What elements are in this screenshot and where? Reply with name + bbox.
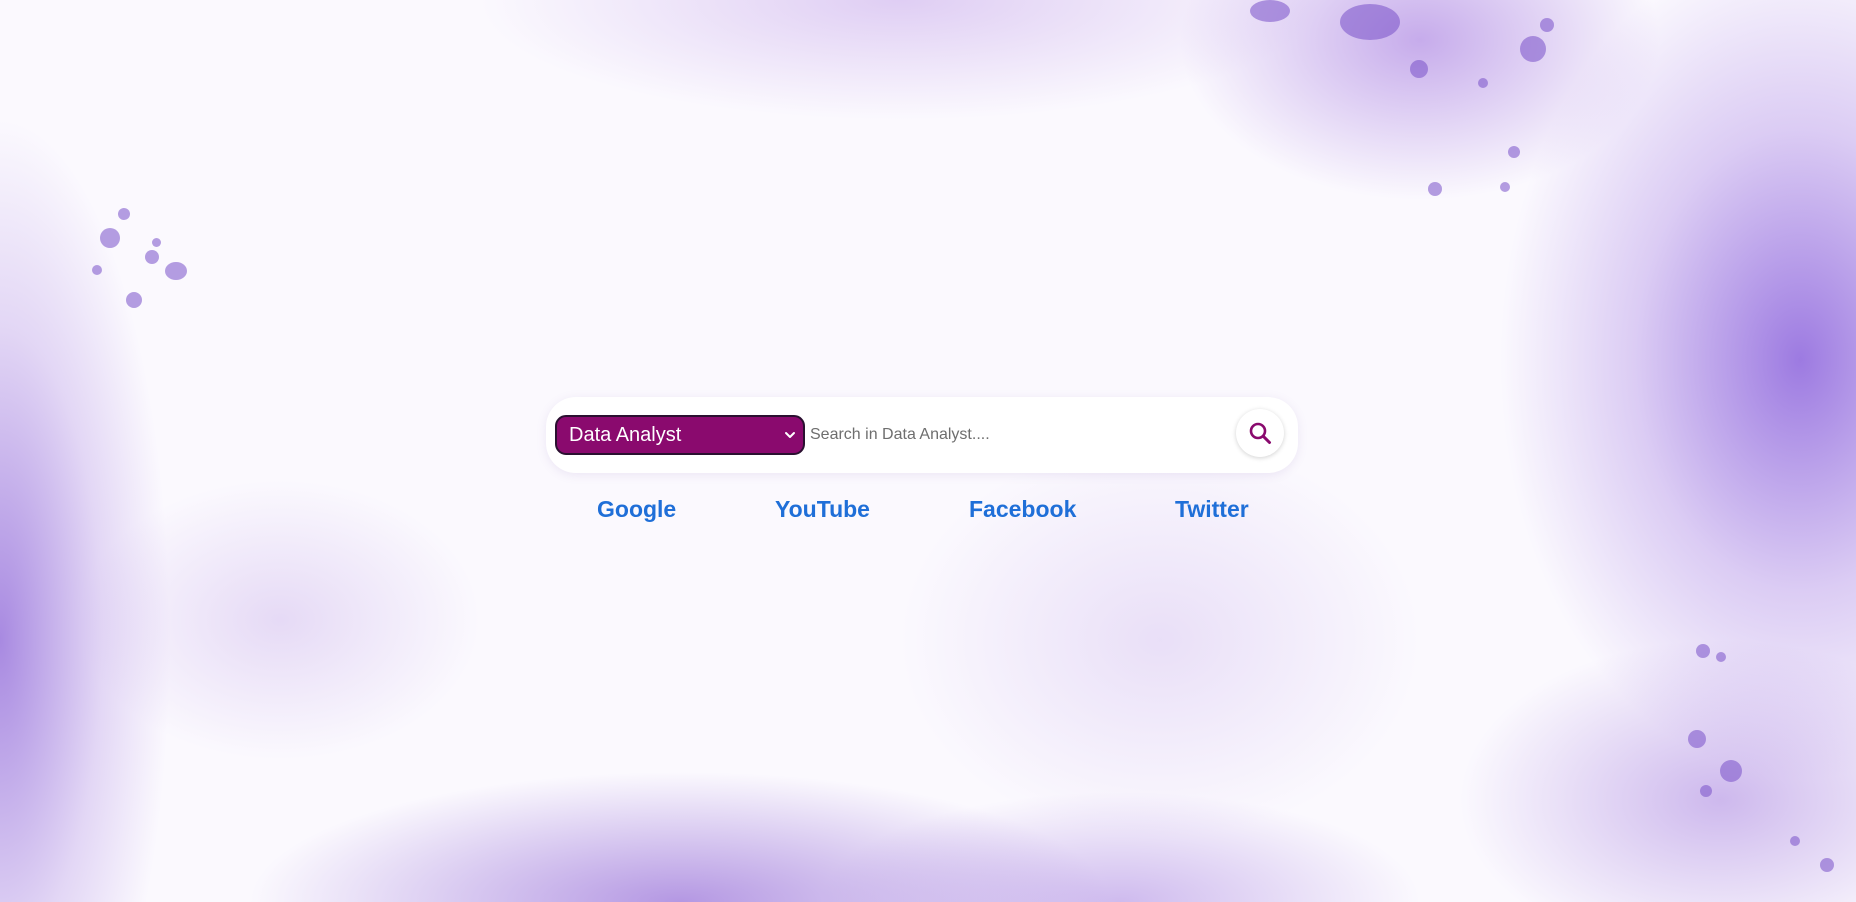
paint-splatter [1540, 18, 1554, 32]
paint-splatter [145, 250, 159, 264]
twitter-link[interactable]: Twitter [1175, 496, 1249, 523]
chevron-down-icon [785, 432, 795, 438]
paint-splatter [1250, 0, 1290, 22]
category-select-label: Data Analyst [569, 424, 682, 446]
search-input[interactable] [810, 417, 1230, 453]
paint-splatter [1820, 858, 1834, 872]
paint-splatter [152, 238, 161, 247]
paint-splatter [1428, 182, 1442, 196]
paint-splatter [1696, 644, 1710, 658]
paint-splatter [1790, 836, 1800, 846]
paint-splatter [1340, 4, 1400, 40]
search-bar: Data Analyst [546, 397, 1298, 473]
paint-splatter [1700, 785, 1712, 797]
paint-splatter [1720, 760, 1742, 782]
facebook-link[interactable]: Facebook [969, 496, 1076, 523]
quick-links: Google YouTube Facebook Twitter [0, 496, 1856, 526]
youtube-link[interactable]: YouTube [775, 496, 870, 523]
paint-splatter [165, 262, 187, 280]
paint-splatter [1410, 60, 1428, 78]
search-icon [1249, 422, 1271, 444]
google-link[interactable]: Google [597, 496, 676, 523]
paint-splatter [92, 265, 102, 275]
search-button[interactable] [1236, 409, 1284, 457]
category-select[interactable]: Data Analyst [555, 415, 805, 455]
paint-splatter [1500, 182, 1510, 192]
paint-splatter [1716, 652, 1726, 662]
paint-splatter [126, 292, 142, 308]
paint-splatter [1478, 78, 1488, 88]
paint-splatter [1688, 730, 1706, 748]
paint-splatter [118, 208, 130, 220]
paint-splatter [100, 228, 120, 248]
paint-splatter [1508, 146, 1520, 158]
paint-splatter [1520, 36, 1546, 62]
